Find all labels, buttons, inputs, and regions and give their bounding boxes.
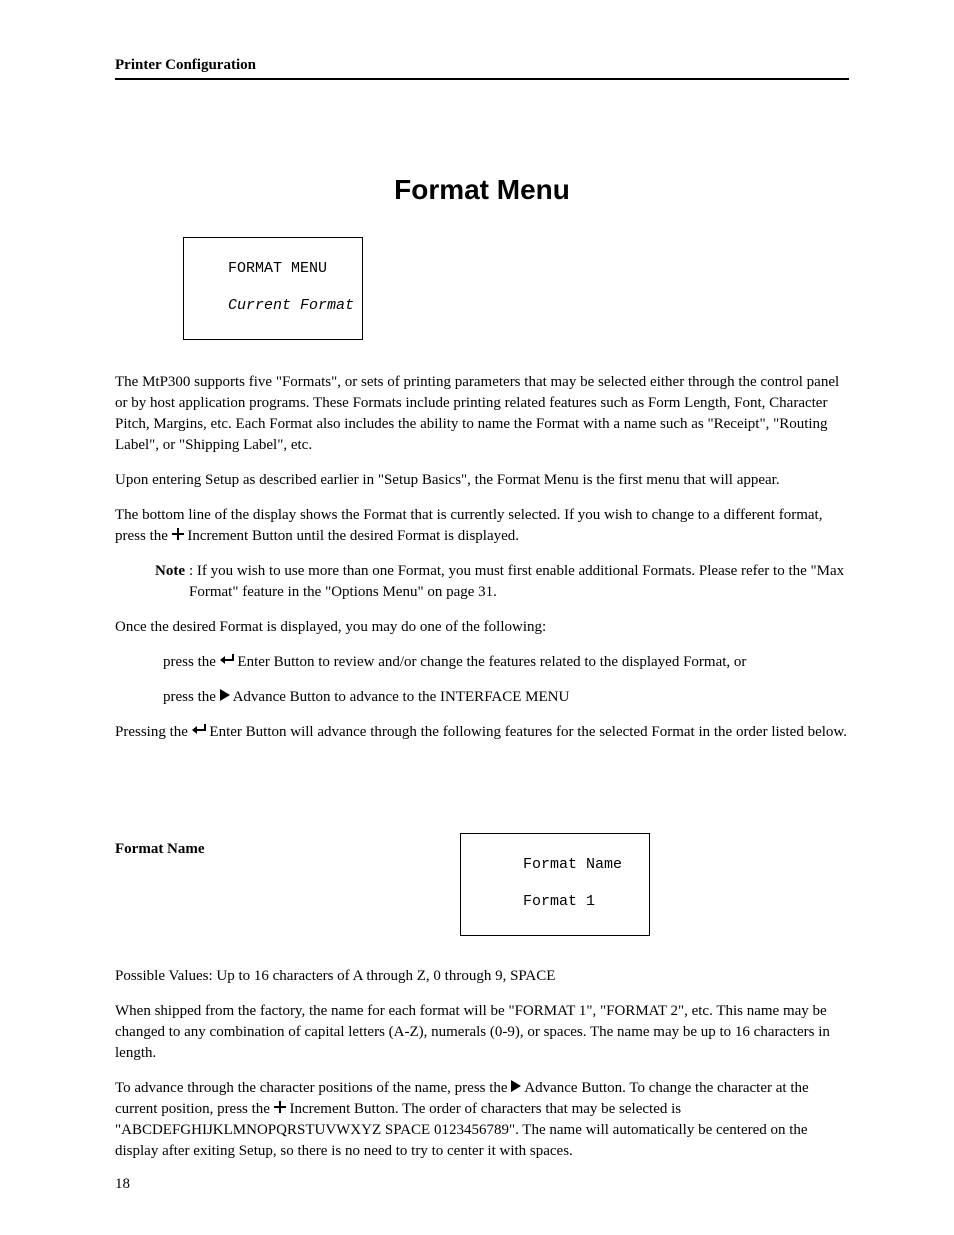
- lcd-line-1: FORMAT MENU: [228, 260, 327, 277]
- running-header: Printer Configuration: [115, 55, 849, 80]
- paragraph-3: The bottom line of the display shows the…: [115, 505, 849, 547]
- bullet-2b: Advance Button to advance to the INTERFA…: [233, 689, 570, 705]
- paragraph-8a: To advance through the character positio…: [115, 1080, 511, 1096]
- page-title: Format Menu: [115, 170, 849, 209]
- paragraph-8: To advance through the character positio…: [115, 1078, 849, 1162]
- lcd-line-2: Current Format: [228, 297, 354, 314]
- lcd-format-menu: FORMAT MENU Current Format: [183, 237, 849, 340]
- lcd2-line-1: Format Name: [523, 856, 622, 873]
- enter-arrow-icon: [220, 652, 234, 673]
- plus-icon: [172, 526, 184, 547]
- page-number: 18: [115, 1174, 130, 1195]
- paragraph-3b: Increment Button until the desired Forma…: [187, 528, 519, 544]
- bullet-2a: press the: [163, 689, 220, 705]
- paragraph-5: Pressing the Enter Button will advance t…: [115, 722, 849, 743]
- bullet-1b: Enter Button to review and/or change the…: [237, 654, 746, 670]
- paragraph-7: When shipped from the factory, the name …: [115, 1001, 849, 1064]
- paragraph-5a: Pressing the: [115, 724, 192, 740]
- format-name-label: Format Name: [115, 833, 460, 860]
- note-block: Note : If you wish to use more than one …: [155, 561, 849, 603]
- lcd2-line-2: Format 1: [523, 893, 595, 910]
- lcd-format-name: Format Name Format 1: [460, 833, 650, 936]
- note-text: : If you wish to use more than one Forma…: [189, 561, 849, 603]
- bullet-1: press the Enter Button to review and/or …: [163, 652, 849, 673]
- enter-arrow-icon: [192, 722, 206, 743]
- paragraph-1: The MtP300 supports five "Formats", or s…: [115, 372, 849, 456]
- note-label: Note: [155, 561, 185, 603]
- paragraph-4: Once the desired Format is displayed, yo…: [115, 617, 849, 638]
- advance-triangle-icon: [511, 1078, 521, 1099]
- bullet-1a: press the: [163, 654, 220, 670]
- paragraph-2: Upon entering Setup as described earlier…: [115, 470, 849, 491]
- paragraph-6: Possible Values: Up to 16 characters of …: [115, 966, 849, 987]
- advance-triangle-icon: [220, 687, 230, 708]
- paragraph-5b: Enter Button will advance through the fo…: [209, 724, 847, 740]
- bullet-2: press the Advance Button to advance to t…: [163, 687, 849, 708]
- format-name-section: Format Name Format Name Format 1: [115, 833, 849, 936]
- plus-icon: [274, 1099, 286, 1120]
